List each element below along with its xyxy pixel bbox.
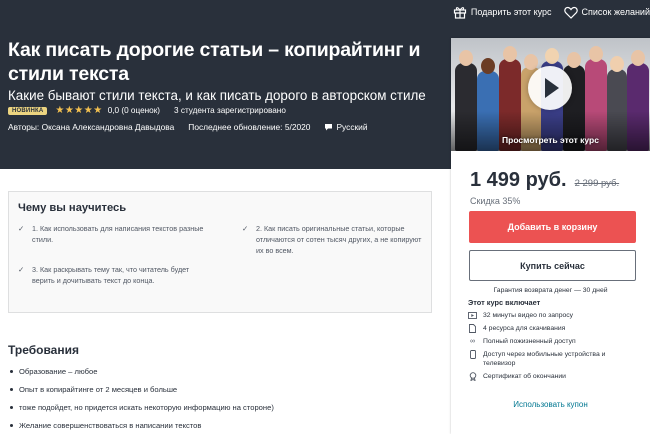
check-icon: ✓ xyxy=(18,265,25,274)
rating-stars: ★★★★★ xyxy=(55,105,103,116)
course-preview[interactable]: Просмотреть этот курс xyxy=(451,38,650,151)
original-price: 2 299 руб. xyxy=(574,178,620,189)
author-row: Авторы: Оксана Александровна Давыдова По… xyxy=(8,122,368,132)
money-back-guarantee: Гарантия возврата денег — 30 дней xyxy=(493,287,608,294)
include-item: 4 ресурса для скачивания xyxy=(468,324,638,333)
requirement-item: Желание совершенствоваться в написании т… xyxy=(10,416,274,434)
wishlist-label: Список желаний xyxy=(581,7,650,17)
current-price: 1 499 руб. xyxy=(470,169,567,191)
preview-figure-head xyxy=(610,56,624,72)
requirement-text: Опыт в копирайтинге от 2 месяцев и больш… xyxy=(19,384,178,394)
learn-item-text: 2. Как писать оригинальные статьи, котор… xyxy=(256,224,422,255)
speech-bubble-icon xyxy=(325,124,333,131)
learn-item-text: 1. Как использовать для написания тексто… xyxy=(32,224,204,244)
infinity-icon: ∞ xyxy=(470,338,475,345)
preview-shade xyxy=(451,111,650,151)
requirements-title: Требования xyxy=(8,343,79,357)
file-icon xyxy=(468,324,477,333)
author-link[interactable]: Авторы: Оксана Александровна Давыдова xyxy=(8,122,174,132)
includes-title: Этот курс включает xyxy=(468,298,541,307)
requirement-item: Опыт в копирайтинге от 2 месяцев и больш… xyxy=(10,380,274,398)
gift-icon xyxy=(453,7,466,19)
learn-item: ✓ 3. Как раскрывать тему так, что читате… xyxy=(18,264,208,286)
language-label: Русский xyxy=(336,122,368,132)
preview-figure-head xyxy=(567,52,581,68)
wishlist-button[interactable]: Список желаний xyxy=(563,6,650,19)
video-icon xyxy=(468,311,477,320)
include-text: 4 ресурса для скачивания xyxy=(483,325,566,332)
preview-figure-head xyxy=(524,54,538,70)
requirement-item: тоже подойдет, но придется искать некото… xyxy=(10,398,274,416)
include-item: 32 минуты видео по запросу xyxy=(468,311,638,320)
purchase-sidebar: Просмотреть этот курс 1 499 руб. 2 299 р… xyxy=(451,38,650,434)
heart-icon xyxy=(563,6,578,19)
course-title: Как писать дорогие статьи – копирайтинг … xyxy=(8,39,421,85)
gift-course-button[interactable]: Подарить этот курс xyxy=(453,5,552,19)
rating-text[interactable]: 0,0 (0 оценок) xyxy=(108,106,160,115)
requirement-item: Образование – любое xyxy=(10,362,274,380)
check-icon: ✓ xyxy=(18,224,25,233)
apply-coupon-link[interactable]: Использовать купон xyxy=(451,400,650,409)
bullet-icon xyxy=(10,405,13,409)
learn-item: ✓ 1. Как использовать для написания текс… xyxy=(18,223,218,245)
requirement-text: Желание совершенствоваться в написании т… xyxy=(19,420,202,430)
include-item: Доступ через мобильные устройства и теле… xyxy=(468,350,638,368)
language: Русский xyxy=(324,122,368,132)
learn-item: ✓ 2. Как писать оригинальные статьи, кот… xyxy=(242,223,422,256)
top-actions: Подарить этот курс Список желаний xyxy=(441,5,650,19)
price-row: 1 499 руб. 2 299 руб. xyxy=(470,169,619,192)
students-count: 3 студента зарегистрировано xyxy=(174,106,286,115)
preview-figure-head xyxy=(631,50,645,66)
requirement-text: Образование – любое xyxy=(19,366,98,376)
mobile-tv-icon xyxy=(468,350,477,359)
include-text: Полный пожизненный доступ xyxy=(483,338,576,345)
learn-item-text: 3. Как раскрывать тему так, что читатель… xyxy=(32,265,190,285)
buy-now-button[interactable]: Купить сейчас xyxy=(469,250,636,281)
learn-title: Чему вы научитесь xyxy=(18,202,127,214)
includes-list: 32 минуты видео по запросу 4 ресурса для… xyxy=(468,311,638,385)
include-text: Доступ через мобильные устройства и теле… xyxy=(483,351,606,367)
preview-figure-head xyxy=(459,50,473,66)
new-badge: НОВИНКА xyxy=(8,106,48,115)
preview-figure-head xyxy=(481,58,495,74)
what-you-will-learn: Чему вы научитесь ✓ 1. Как использовать … xyxy=(8,191,432,313)
preview-figure-head xyxy=(589,46,603,62)
include-text: Сертификат об окончании xyxy=(483,373,566,380)
last-updated: Последнее обновление: 5/2020 xyxy=(188,122,311,132)
preview-figure-head xyxy=(545,48,559,64)
bullet-icon xyxy=(10,387,13,391)
add-to-cart-button[interactable]: Добавить в корзину xyxy=(469,211,636,243)
include-item: ∞ Полный пожизненный доступ xyxy=(468,337,638,346)
bullet-icon xyxy=(10,423,13,427)
include-item: Сертификат об окончании xyxy=(468,372,638,381)
preview-figure-head xyxy=(503,46,517,62)
bullet-icon xyxy=(10,369,13,373)
certificate-icon xyxy=(468,372,477,381)
requirement-text: тоже подойдет, но придется искать некото… xyxy=(19,402,274,412)
play-icon[interactable] xyxy=(528,66,572,110)
discount-label: Скидка 35% xyxy=(470,196,521,206)
preview-label: Просмотреть этот курс xyxy=(502,135,599,145)
requirements-list: Образование – любое Опыт в копирайтинге … xyxy=(10,362,274,434)
check-icon: ✓ xyxy=(242,224,249,233)
include-text: 32 минуты видео по запросу xyxy=(483,312,574,319)
course-meta: НОВИНКА ★★★★★ 0,0 (0 оценок) 3 студента … xyxy=(8,105,286,116)
course-subtitle: Какие бывают стили текста, и как писать … xyxy=(8,88,426,103)
gift-course-label: Подарить этот курс xyxy=(470,7,552,17)
